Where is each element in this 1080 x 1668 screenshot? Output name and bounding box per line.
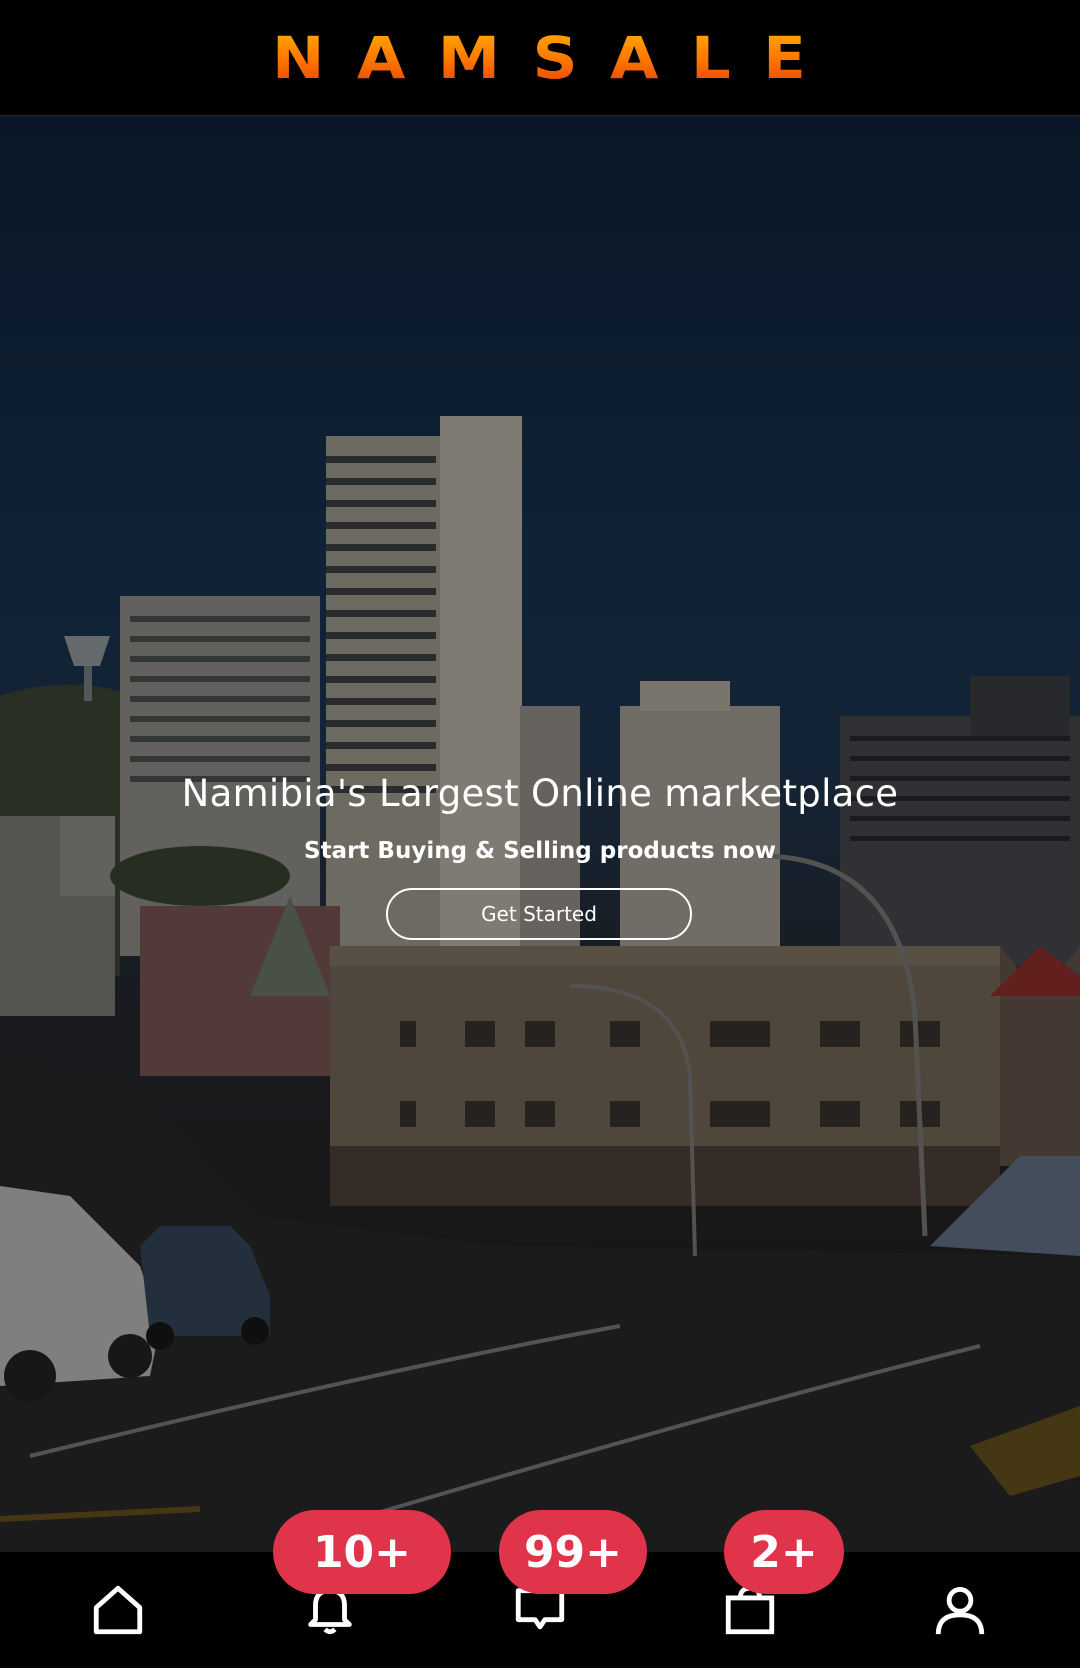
get-started-button[interactable]: Get Started (386, 888, 692, 940)
notifications-badge: 10+ (273, 1510, 451, 1594)
profile-icon (935, 1587, 985, 1635)
nav-item-home[interactable] (58, 1552, 178, 1668)
app-screen: NAMSALE Namibia's Largest Online marketp… (0, 0, 1080, 1668)
hero-title: Namibia's Largest Online marketplace (181, 772, 899, 815)
top-bar: NAMSALE (0, 0, 1080, 116)
hero-banner: Namibia's Largest Online marketplace Sta… (0, 116, 1080, 1552)
namsale-logo[interactable]: NAMSALE (272, 24, 838, 92)
messages-badge: 99+ (499, 1510, 647, 1594)
hero-subtitle: Start Buying & Selling products now (304, 838, 776, 864)
nav-item-profile[interactable] (900, 1552, 1020, 1668)
home-icon (93, 1585, 143, 1635)
shop-badge: 2+ (724, 1510, 844, 1594)
hero-dim-overlay (0, 116, 1080, 1552)
